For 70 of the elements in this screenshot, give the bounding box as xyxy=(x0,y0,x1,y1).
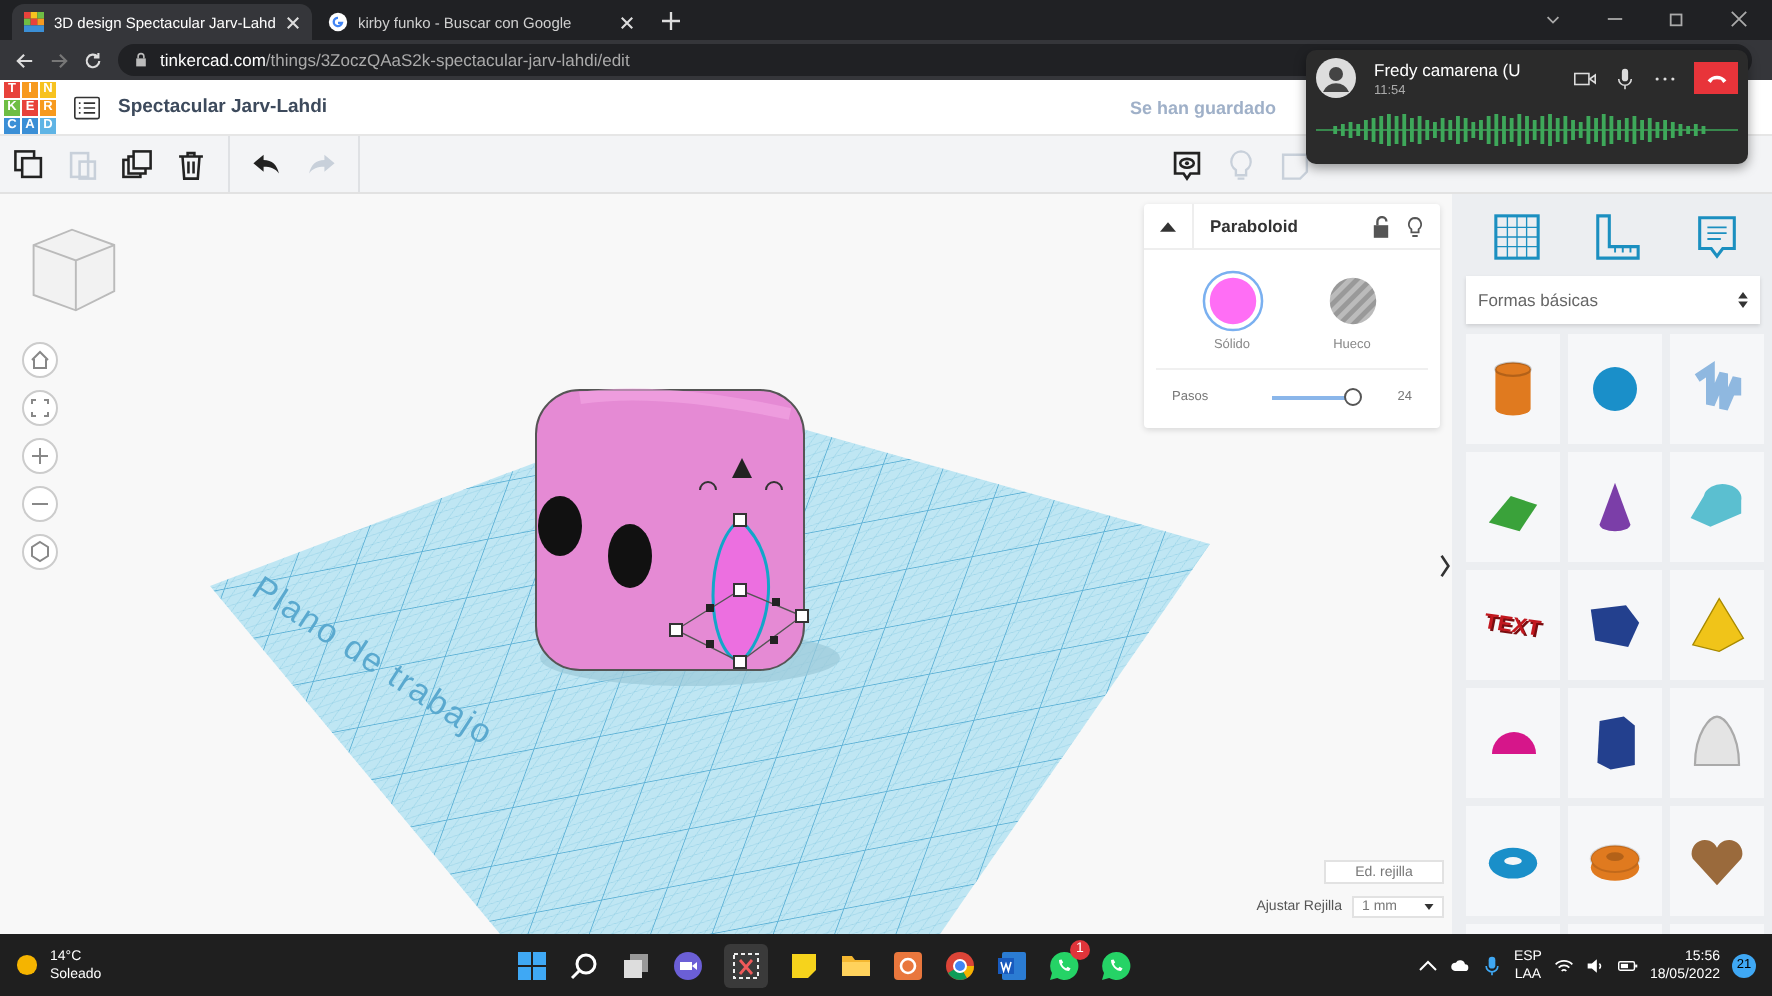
speech-bubble-eye-icon[interactable] xyxy=(1170,147,1204,181)
perspective-cube-icon[interactable] xyxy=(22,534,58,570)
duplicate-icon[interactable] xyxy=(120,147,154,181)
task-view-icon[interactable] xyxy=(620,949,652,981)
chrome-icon[interactable] xyxy=(944,949,976,981)
expand-panel-icon[interactable] xyxy=(1438,554,1452,578)
shape-tile[interactable] xyxy=(1568,570,1662,680)
design-title[interactable]: Spectacular Jarv-Lahdi xyxy=(118,96,328,118)
lock-icon[interactable] xyxy=(1372,215,1390,237)
video-camera-icon[interactable] xyxy=(1574,67,1596,89)
copy-icon[interactable] xyxy=(12,147,46,181)
shape-tile[interactable]: TEXT xyxy=(1466,570,1560,680)
lock-icon xyxy=(134,52,148,68)
shape-tile[interactable] xyxy=(1670,452,1764,562)
sticky-notes-icon[interactable] xyxy=(788,949,820,981)
shape-tile[interactable] xyxy=(1670,806,1764,916)
chevron-up-icon[interactable] xyxy=(1417,955,1438,975)
shape-tile[interactable] xyxy=(1568,334,1662,444)
phone-hang-up-icon xyxy=(1705,73,1727,83)
close-icon[interactable] xyxy=(1730,10,1748,28)
forward-icon[interactable] xyxy=(50,51,68,69)
start-icon[interactable] xyxy=(516,949,548,981)
shape-tile[interactable] xyxy=(1466,452,1560,562)
lightbulb-icon[interactable] xyxy=(1406,215,1424,237)
shape-tile[interactable] xyxy=(1466,688,1560,798)
hang-up-button[interactable] xyxy=(1694,62,1738,94)
wifi-icon[interactable] xyxy=(1553,955,1574,975)
chat-bubble-phone-icon[interactable] xyxy=(1048,949,1080,981)
shape-tile[interactable] xyxy=(1466,806,1560,916)
fit-view-icon[interactable] xyxy=(22,390,58,426)
ruler-icon[interactable] xyxy=(1591,212,1641,262)
home-icon[interactable] xyxy=(22,342,58,378)
delete-icon[interactable] xyxy=(174,147,208,181)
google-favicon-icon xyxy=(328,12,348,32)
shape-tile[interactable] xyxy=(1670,334,1764,444)
shape-tile[interactable] xyxy=(1568,806,1662,916)
caller-name: Fredy camarena (U xyxy=(1374,59,1523,79)
video-chat-icon[interactable] xyxy=(672,949,704,981)
microphone-icon[interactable] xyxy=(1614,67,1636,89)
chat-bubble-phone-icon[interactable] xyxy=(1100,949,1132,981)
shape-tile[interactable] xyxy=(1670,570,1764,680)
shape-tile[interactable] xyxy=(1670,688,1764,798)
grid-icon[interactable] xyxy=(1491,212,1541,262)
restore-icon[interactable] xyxy=(1668,10,1686,28)
shape-tile[interactable] xyxy=(1568,688,1662,798)
cloud-icon[interactable] xyxy=(1449,955,1470,975)
sort-arrows-icon xyxy=(1738,292,1748,308)
reload-icon[interactable] xyxy=(84,51,102,69)
back-icon[interactable] xyxy=(16,51,34,69)
caret-icon xyxy=(1424,904,1434,910)
sun-icon xyxy=(16,954,38,976)
shape-tile[interactable] xyxy=(1568,452,1662,562)
zoom-in-icon[interactable] xyxy=(22,438,58,474)
avatar-icon xyxy=(1316,58,1356,98)
battery-icon[interactable] xyxy=(1617,955,1638,975)
zoom-out-icon[interactable] xyxy=(22,486,58,522)
app-tile-icon[interactable] xyxy=(892,949,924,981)
snipping-tool-icon[interactable] xyxy=(724,943,768,987)
shape-tile[interactable] xyxy=(1466,334,1560,444)
microphone-icon[interactable] xyxy=(1481,955,1502,975)
tinkercad-favicon-icon xyxy=(24,12,44,32)
search-icon[interactable] xyxy=(568,949,600,981)
speaker-icon[interactable] xyxy=(1585,955,1606,975)
design-list-icon[interactable] xyxy=(74,95,100,119)
save-status: Se han guardado xyxy=(1129,97,1276,117)
collapse-icon[interactable] xyxy=(1160,221,1176,231)
shape-category-dropdown[interactable]: Formas básicas xyxy=(1466,276,1760,324)
shape-name: Paraboloid xyxy=(1192,204,1372,248)
word-icon[interactable] xyxy=(996,949,1028,981)
new-tab-icon[interactable] xyxy=(662,12,680,30)
